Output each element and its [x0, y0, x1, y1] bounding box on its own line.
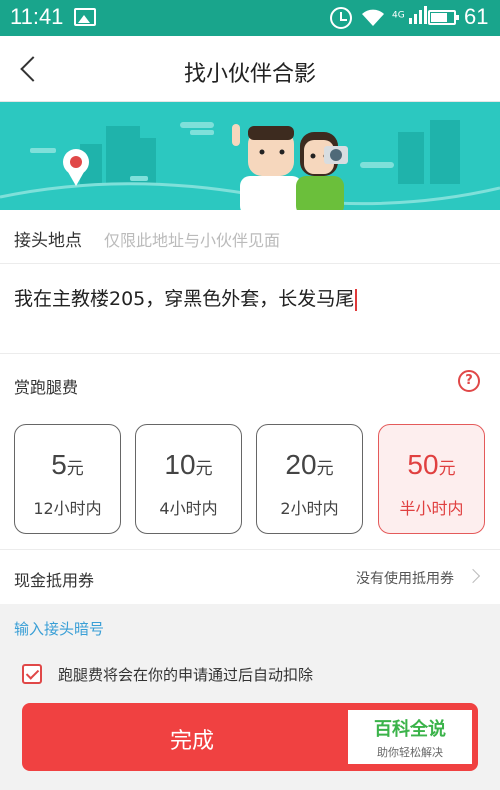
meeting-location-row[interactable]: 接头地点 仅限此地址与小伙伴见面	[0, 210, 500, 264]
agreement-checkbox[interactable]	[22, 664, 42, 684]
fee-amount: 50元	[407, 449, 456, 480]
battery-percentage: 61	[464, 4, 489, 29]
wifi-icon	[362, 9, 384, 26]
cash-coupon-row[interactable]: 现金抵用券 没有使用抵用券	[0, 550, 500, 604]
fee-amount: 20元	[285, 449, 334, 480]
text-cursor	[355, 288, 358, 311]
chevron-right-icon	[465, 568, 481, 584]
description-textarea[interactable]: 我在主教楼205，穿黑色外套，长发马尾	[0, 264, 500, 354]
fee-duration: 12小时内	[33, 499, 102, 518]
page-title: 找小伙伴合影	[183, 62, 316, 87]
watermark-subtitle: 助你轻松解决	[377, 746, 443, 759]
fee-duration: 半小时内	[399, 499, 464, 518]
errand-fee-section: 赏跑腿费 ? 5元 12小时内 10元 4小时内 20元 2小时内 50元 半小…	[0, 354, 500, 550]
navigation-bar: 找小伙伴合影	[0, 36, 500, 102]
status-bar: 11:41 4G 61	[0, 0, 500, 36]
fee-option-10[interactable]: 10元 4小时内	[135, 424, 242, 534]
fee-duration: 4小时内	[159, 499, 218, 518]
errand-fee-label: 赏跑腿费	[14, 378, 79, 397]
fee-duration: 2小时内	[280, 499, 339, 518]
battery-icon	[428, 10, 459, 25]
header-banner-illustration	[0, 102, 500, 210]
fee-option-20[interactable]: 20元 2小时内	[256, 424, 363, 534]
fee-option-50[interactable]: 50元 半小时内	[378, 424, 485, 534]
status-time: 11:41	[10, 4, 64, 29]
cash-coupon-value: 没有使用抵用券	[356, 571, 454, 587]
fee-amount: 10元	[164, 449, 213, 480]
alarm-icon	[330, 7, 352, 29]
cellular-signal-icon: 4G	[392, 5, 430, 25]
help-question-icon[interactable]: ?	[458, 370, 480, 392]
fee-option-5[interactable]: 5元 12小时内	[14, 424, 121, 534]
submit-button-label: 完成	[169, 729, 214, 754]
fee-amount: 5元	[51, 449, 84, 480]
meeting-location-label: 接头地点	[14, 231, 82, 251]
enter-secret-code-link[interactable]: 输入接头暗号	[14, 618, 104, 639]
cash-coupon-label: 现金抵用券	[14, 571, 95, 590]
watermark-title: 百科全说	[374, 719, 446, 740]
gallery-notification-icon	[74, 8, 96, 26]
meeting-location-hint: 仅限此地址与小伙伴见面	[104, 231, 281, 250]
network-type-label: 4G	[392, 10, 405, 21]
description-text: 我在主教楼205，穿黑色外套，长发马尾	[14, 284, 358, 311]
watermark-logo: 百科全说 助你轻松解决	[348, 710, 472, 764]
people-photo-illustration	[232, 124, 348, 210]
agreement-text: 跑腿费将会在你的申请通过后自动扣除	[58, 666, 314, 684]
